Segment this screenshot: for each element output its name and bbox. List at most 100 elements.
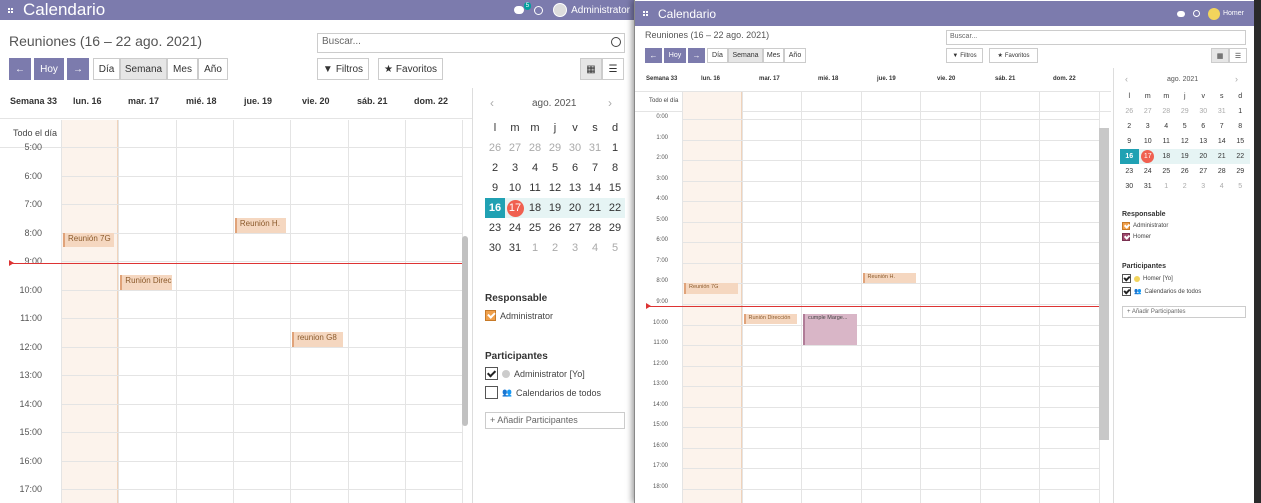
list-view-icon[interactable]: ☰ [1229,48,1247,63]
mini-day[interactable]: 2 [485,158,505,178]
checkbox-icon[interactable] [485,310,496,321]
mini-prev-icon[interactable]: ‹ [1125,74,1128,84]
mini-day[interactable]: 26 [485,138,505,158]
mini-day[interactable]: 9 [485,178,505,198]
mini-day[interactable]: 26 [545,218,565,238]
mini-day[interactable]: 13 [565,178,585,198]
next-button[interactable]: → [688,48,705,63]
mini-next-icon[interactable]: › [608,96,612,110]
mini-day[interactable]: 19 [1175,149,1194,164]
mini-day[interactable]: 31 [505,238,525,258]
mini-day[interactable]: 2 [1120,119,1139,134]
user-menu[interactable]: Administrator [553,3,630,17]
checkbox-icon[interactable] [1122,287,1131,296]
favorites-button[interactable]: ★ Favoritos [989,48,1038,63]
mini-day[interactable]: 4 [1213,179,1232,194]
mini-day[interactable]: 25 [525,218,545,238]
mini-day[interactable]: 18 [525,198,545,218]
mini-day[interactable]: 12 [1176,134,1195,149]
mini-day[interactable]: 31 [1213,104,1232,119]
mini-day[interactable]: 12 [545,178,565,198]
calendar-event[interactable]: Reunión 7G [63,232,115,247]
checkbox-icon[interactable] [485,367,498,380]
mini-day[interactable]: 22 [1231,149,1250,164]
today-button[interactable]: Hoy [664,48,686,63]
participant-item[interactable]: 👥 Calendarios de todos [485,386,601,399]
chat-icon[interactable]: 5 [514,2,532,14]
mini-day[interactable]: 28 [585,218,605,238]
checkbox-icon[interactable] [1122,233,1130,241]
responsible-item[interactable]: Administrator [485,310,553,321]
activity-clock-icon[interactable] [1192,10,1200,17]
mini-day[interactable]: 19 [545,198,565,218]
mini-day[interactable]: 5 [1231,179,1250,194]
mini-day[interactable]: 18 [1157,149,1176,164]
mini-day[interactable]: 30 [485,238,505,258]
calendar-event[interactable]: cumple Marge... [803,314,857,346]
mini-day[interactable]: 4 [525,158,545,178]
checkbox-icon[interactable] [485,386,498,399]
mini-day[interactable]: 27 [505,138,525,158]
mini-day[interactable]: 5 [1176,119,1195,134]
add-participants-select[interactable]: + Añadir Participantes [485,412,625,429]
calendar-event[interactable]: Reunión 7G [684,283,738,294]
today-button[interactable]: Hoy [34,58,64,80]
mini-day[interactable]: 31 [585,138,605,158]
mini-day[interactable]: 2 [545,238,565,258]
participant-item[interactable]: Homer [Yo] [1122,274,1173,283]
mini-day[interactable]: 17 [505,198,525,218]
mini-day[interactable]: 14 [1213,134,1232,149]
search-icon[interactable] [611,37,621,47]
mini-day[interactable]: 23 [485,218,505,238]
calendar-event[interactable]: Reunión H. [862,273,916,284]
mini-prev-icon[interactable]: ‹ [490,96,494,110]
mini-day[interactable]: 13 [1194,134,1213,149]
mini-day[interactable]: 7 [585,158,605,178]
mini-day[interactable]: 4 [1157,119,1176,134]
mini-day[interactable]: 29 [1176,104,1195,119]
mini-day[interactable]: 29 [1231,164,1250,179]
mini-day[interactable]: 27 [1194,164,1213,179]
mini-day[interactable]: 1 [605,138,625,158]
mini-day[interactable]: 7 [1213,119,1232,134]
mini-day[interactable]: 24 [505,218,525,238]
mini-day[interactable]: 30 [1194,104,1213,119]
prev-button[interactable]: ← [645,48,662,63]
list-view-icon[interactable]: ☰ [602,58,624,80]
view-day-button[interactable]: Día [93,58,120,80]
view-month-button[interactable]: Mes [763,48,784,63]
mini-day[interactable]: 30 [1120,179,1139,194]
mini-day[interactable]: 14 [585,178,605,198]
calendar-event[interactable]: Reunión H. [234,218,287,233]
mini-day[interactable]: 3 [1194,179,1213,194]
mini-day[interactable]: 16 [485,198,505,218]
mini-day[interactable]: 17 [1138,149,1157,164]
prev-button[interactable]: ← [9,58,31,80]
calendar-event[interactable]: reunion G8 [292,332,344,347]
mini-day[interactable]: 21 [585,198,605,218]
mini-day[interactable]: 5 [605,238,625,258]
mini-day[interactable]: 9 [1120,134,1139,149]
mini-day[interactable]: 3 [565,238,585,258]
mini-day[interactable]: 29 [605,218,625,238]
mini-day[interactable]: 26 [1120,104,1139,119]
mini-day[interactable]: 22 [605,198,625,218]
filters-button[interactable]: ▼ Filtros [317,58,369,80]
mini-day[interactable]: 3 [1139,119,1158,134]
apps-menu-icon[interactable] [643,11,648,16]
filters-button[interactable]: ▼ Filtros [946,48,983,63]
mini-day[interactable]: 23 [1120,164,1139,179]
view-month-button[interactable]: Mes [167,58,198,80]
mini-day[interactable]: 26 [1176,164,1195,179]
mini-day[interactable]: 6 [1194,119,1213,134]
mini-day[interactable]: 11 [525,178,545,198]
calendar-view-icon[interactable]: ▦ [580,58,602,80]
calendar-event[interactable]: Runión Dirección [743,314,797,325]
mini-day[interactable]: 16 [1120,149,1139,164]
mini-day[interactable]: 2 [1176,179,1195,194]
mini-day[interactable]: 6 [565,158,585,178]
mini-day[interactable]: 1 [1157,179,1176,194]
view-year-button[interactable]: Año [784,48,806,63]
mini-day[interactable]: 29 [545,138,565,158]
apps-menu-icon[interactable] [8,7,13,13]
